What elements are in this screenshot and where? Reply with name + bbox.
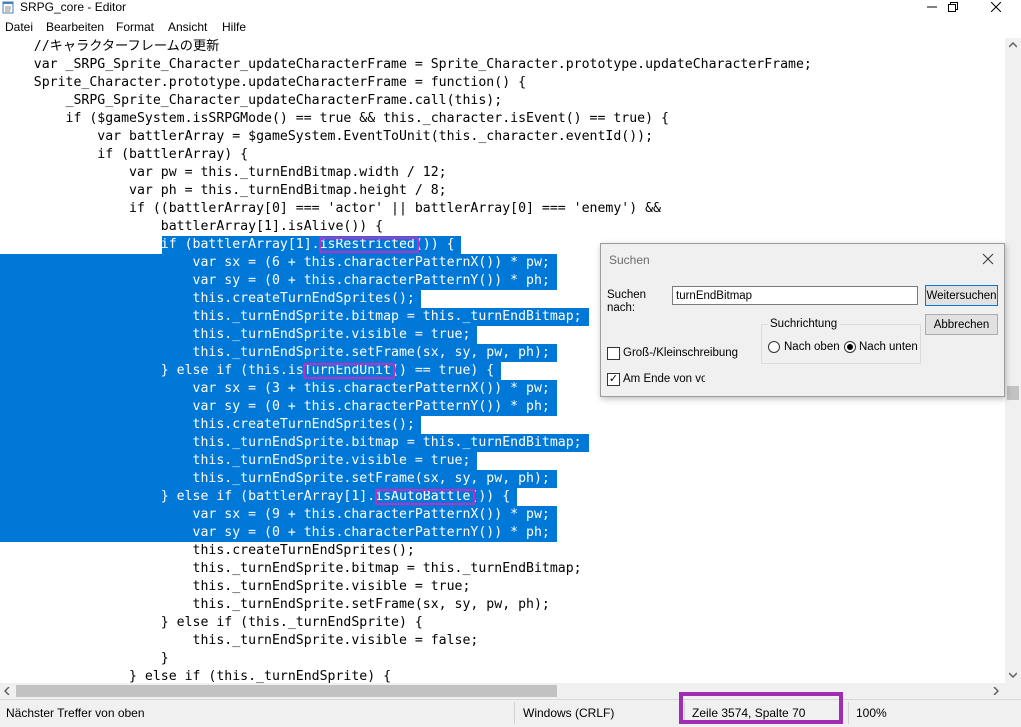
code-line: this._turnEndSprite.visible = true; xyxy=(2,579,471,594)
maximize-button[interactable] xyxy=(933,0,973,14)
annotation-highlight-box xyxy=(303,363,395,379)
annotation-highlight-box xyxy=(319,237,419,253)
direction-label: Suchrichtung xyxy=(768,318,840,331)
wrap-around-checkbox[interactable]: ✓ xyxy=(607,373,620,386)
code-line: var pw = this._turnEndBitmap.width / 12; xyxy=(2,165,447,180)
code-line: _SRPG_Sprite_Character_updateCharacterFr… xyxy=(2,93,503,108)
menu-hilfe[interactable]: Hilfe xyxy=(222,20,246,34)
code-line: var _SRPG_Sprite_Character_updateCharact… xyxy=(2,57,812,72)
code-line: } else if (this._turnEndSprite) { xyxy=(2,669,392,683)
code-line: } else if (this.isTurnEndUnit() == true)… xyxy=(2,363,495,378)
code-line: this._turnEndSprite.setFrame(sx, sy, pw,… xyxy=(2,345,550,360)
direction-up-radio[interactable] xyxy=(768,341,780,353)
code-line: } xyxy=(2,651,169,666)
menu-datei[interactable]: Datei xyxy=(5,20,33,34)
code-line: var battlerArray = $gameSystem.EventToUn… xyxy=(2,129,654,144)
code-line: var sy = (0 + this.characterPatternY()) … xyxy=(2,273,550,288)
title-bar: SRPG_core - Editor xyxy=(0,0,1021,16)
status-bar: Nächster Treffer von oben Windows (CRLF)… xyxy=(0,699,1021,727)
code-line: } else if (this._turnEndSprite) { xyxy=(2,615,423,630)
code-line: var ph = this._turnEndBitmap.height / 8; xyxy=(2,183,447,198)
code-line: this._turnEndSprite.visible = true; xyxy=(2,327,471,342)
annotation-highlight-box xyxy=(375,489,475,505)
horizontal-scroll-thumb[interactable] xyxy=(16,685,557,697)
status-divider xyxy=(514,702,515,724)
horizontal-scrollbar[interactable] xyxy=(0,683,1005,699)
search-input[interactable] xyxy=(672,286,918,305)
scroll-left-icon[interactable] xyxy=(4,687,10,695)
code-line: this.createTurnEndSprites(); xyxy=(2,543,415,558)
code-line: this._turnEndSprite.visible = false; xyxy=(2,633,479,648)
code-line: var sx = (9 + this.characterPatternX()) … xyxy=(2,507,550,522)
window-title: SRPG_core - Editor xyxy=(20,0,127,14)
scroll-down-icon[interactable] xyxy=(1009,672,1017,678)
scroll-corner xyxy=(1005,683,1021,699)
search-label: Suchen nach: xyxy=(607,289,647,314)
code-line: if (battlerArray) { xyxy=(2,147,249,162)
direction-up-label: Nach oben xyxy=(784,341,840,353)
dialog-close-icon[interactable] xyxy=(981,252,995,266)
find-dialog: Suchen Suchen nach: Weitersuchen Abbrech… xyxy=(600,243,1005,397)
code-line: var sy = (0 + this.characterPatternY()) … xyxy=(2,399,550,414)
match-case-label: Groß-/Kleinschreibung xyxy=(623,347,739,359)
direction-down-radio[interactable] xyxy=(844,341,856,353)
scroll-right-icon[interactable] xyxy=(993,687,999,695)
cancel-button[interactable]: Abbrechen xyxy=(925,314,998,335)
match-case-checkbox[interactable] xyxy=(607,347,620,360)
menu-ansicht[interactable]: Ansicht xyxy=(168,20,207,34)
status-divider xyxy=(848,702,849,724)
dialog-title: Suchen xyxy=(609,253,650,267)
scroll-up-icon[interactable] xyxy=(1009,42,1017,48)
code-line: var sy = (0 + this.characterPatternY()) … xyxy=(2,525,550,540)
code-line: Sprite_Character.prototype.updateCharact… xyxy=(2,75,527,90)
find-next-button[interactable]: Weitersuchen xyxy=(925,285,998,306)
code-line: this.createTurnEndSprites(); xyxy=(2,417,415,432)
status-zoom: 100% xyxy=(856,706,887,720)
code-line: var sx = (6 + this.characterPatternX()) … xyxy=(2,255,550,270)
code-line: if ($gameSystem.isSRPGMode() == true && … xyxy=(2,111,669,126)
code-line: this._turnEndSprite.setFrame(sx, sy, pw,… xyxy=(2,471,550,486)
code-line: this.createTurnEndSprites(); xyxy=(2,291,415,306)
wrap-around-label: Am Ende von vorn xyxy=(623,373,705,385)
close-icon xyxy=(991,2,1001,12)
code-line: this._turnEndSprite.bitmap = this._turnE… xyxy=(2,561,582,576)
code-line: this._turnEndSprite.bitmap = this._turnE… xyxy=(2,435,582,450)
code-line: if ((battlerArray[0] === 'actor' || batt… xyxy=(2,201,661,216)
code-line: var sx = (3 + this.characterPatternX()) … xyxy=(2,381,550,396)
direction-down-label: Nach unten xyxy=(859,341,918,353)
position-highlight-box xyxy=(679,692,843,724)
code-line: this._turnEndSprite.setFrame(sx, sy, pw,… xyxy=(2,597,550,612)
vertical-scroll-thumb[interactable] xyxy=(1007,386,1019,400)
status-message: Nächster Treffer von oben xyxy=(6,706,145,720)
restore-icon xyxy=(948,2,958,12)
status-line-ending: Windows (CRLF) xyxy=(523,706,615,720)
menu-format[interactable]: Format xyxy=(116,20,154,34)
code-line: //キャラクターフレームの更新 xyxy=(2,39,220,54)
menu-bar: Datei Bearbeiten Format Ansicht Hilfe xyxy=(0,17,1021,37)
code-line: this._turnEndSprite.bitmap = this._turnE… xyxy=(2,309,582,324)
close-button[interactable] xyxy=(976,0,1016,14)
code-line: this._turnEndSprite.visible = true; xyxy=(2,453,471,468)
code-line: battlerArray[1].isAlive()) { xyxy=(2,219,384,234)
vertical-scrollbar[interactable] xyxy=(1005,38,1021,683)
menu-bearbeiten[interactable]: Bearbeiten xyxy=(46,20,104,34)
notepad-icon xyxy=(2,1,14,14)
